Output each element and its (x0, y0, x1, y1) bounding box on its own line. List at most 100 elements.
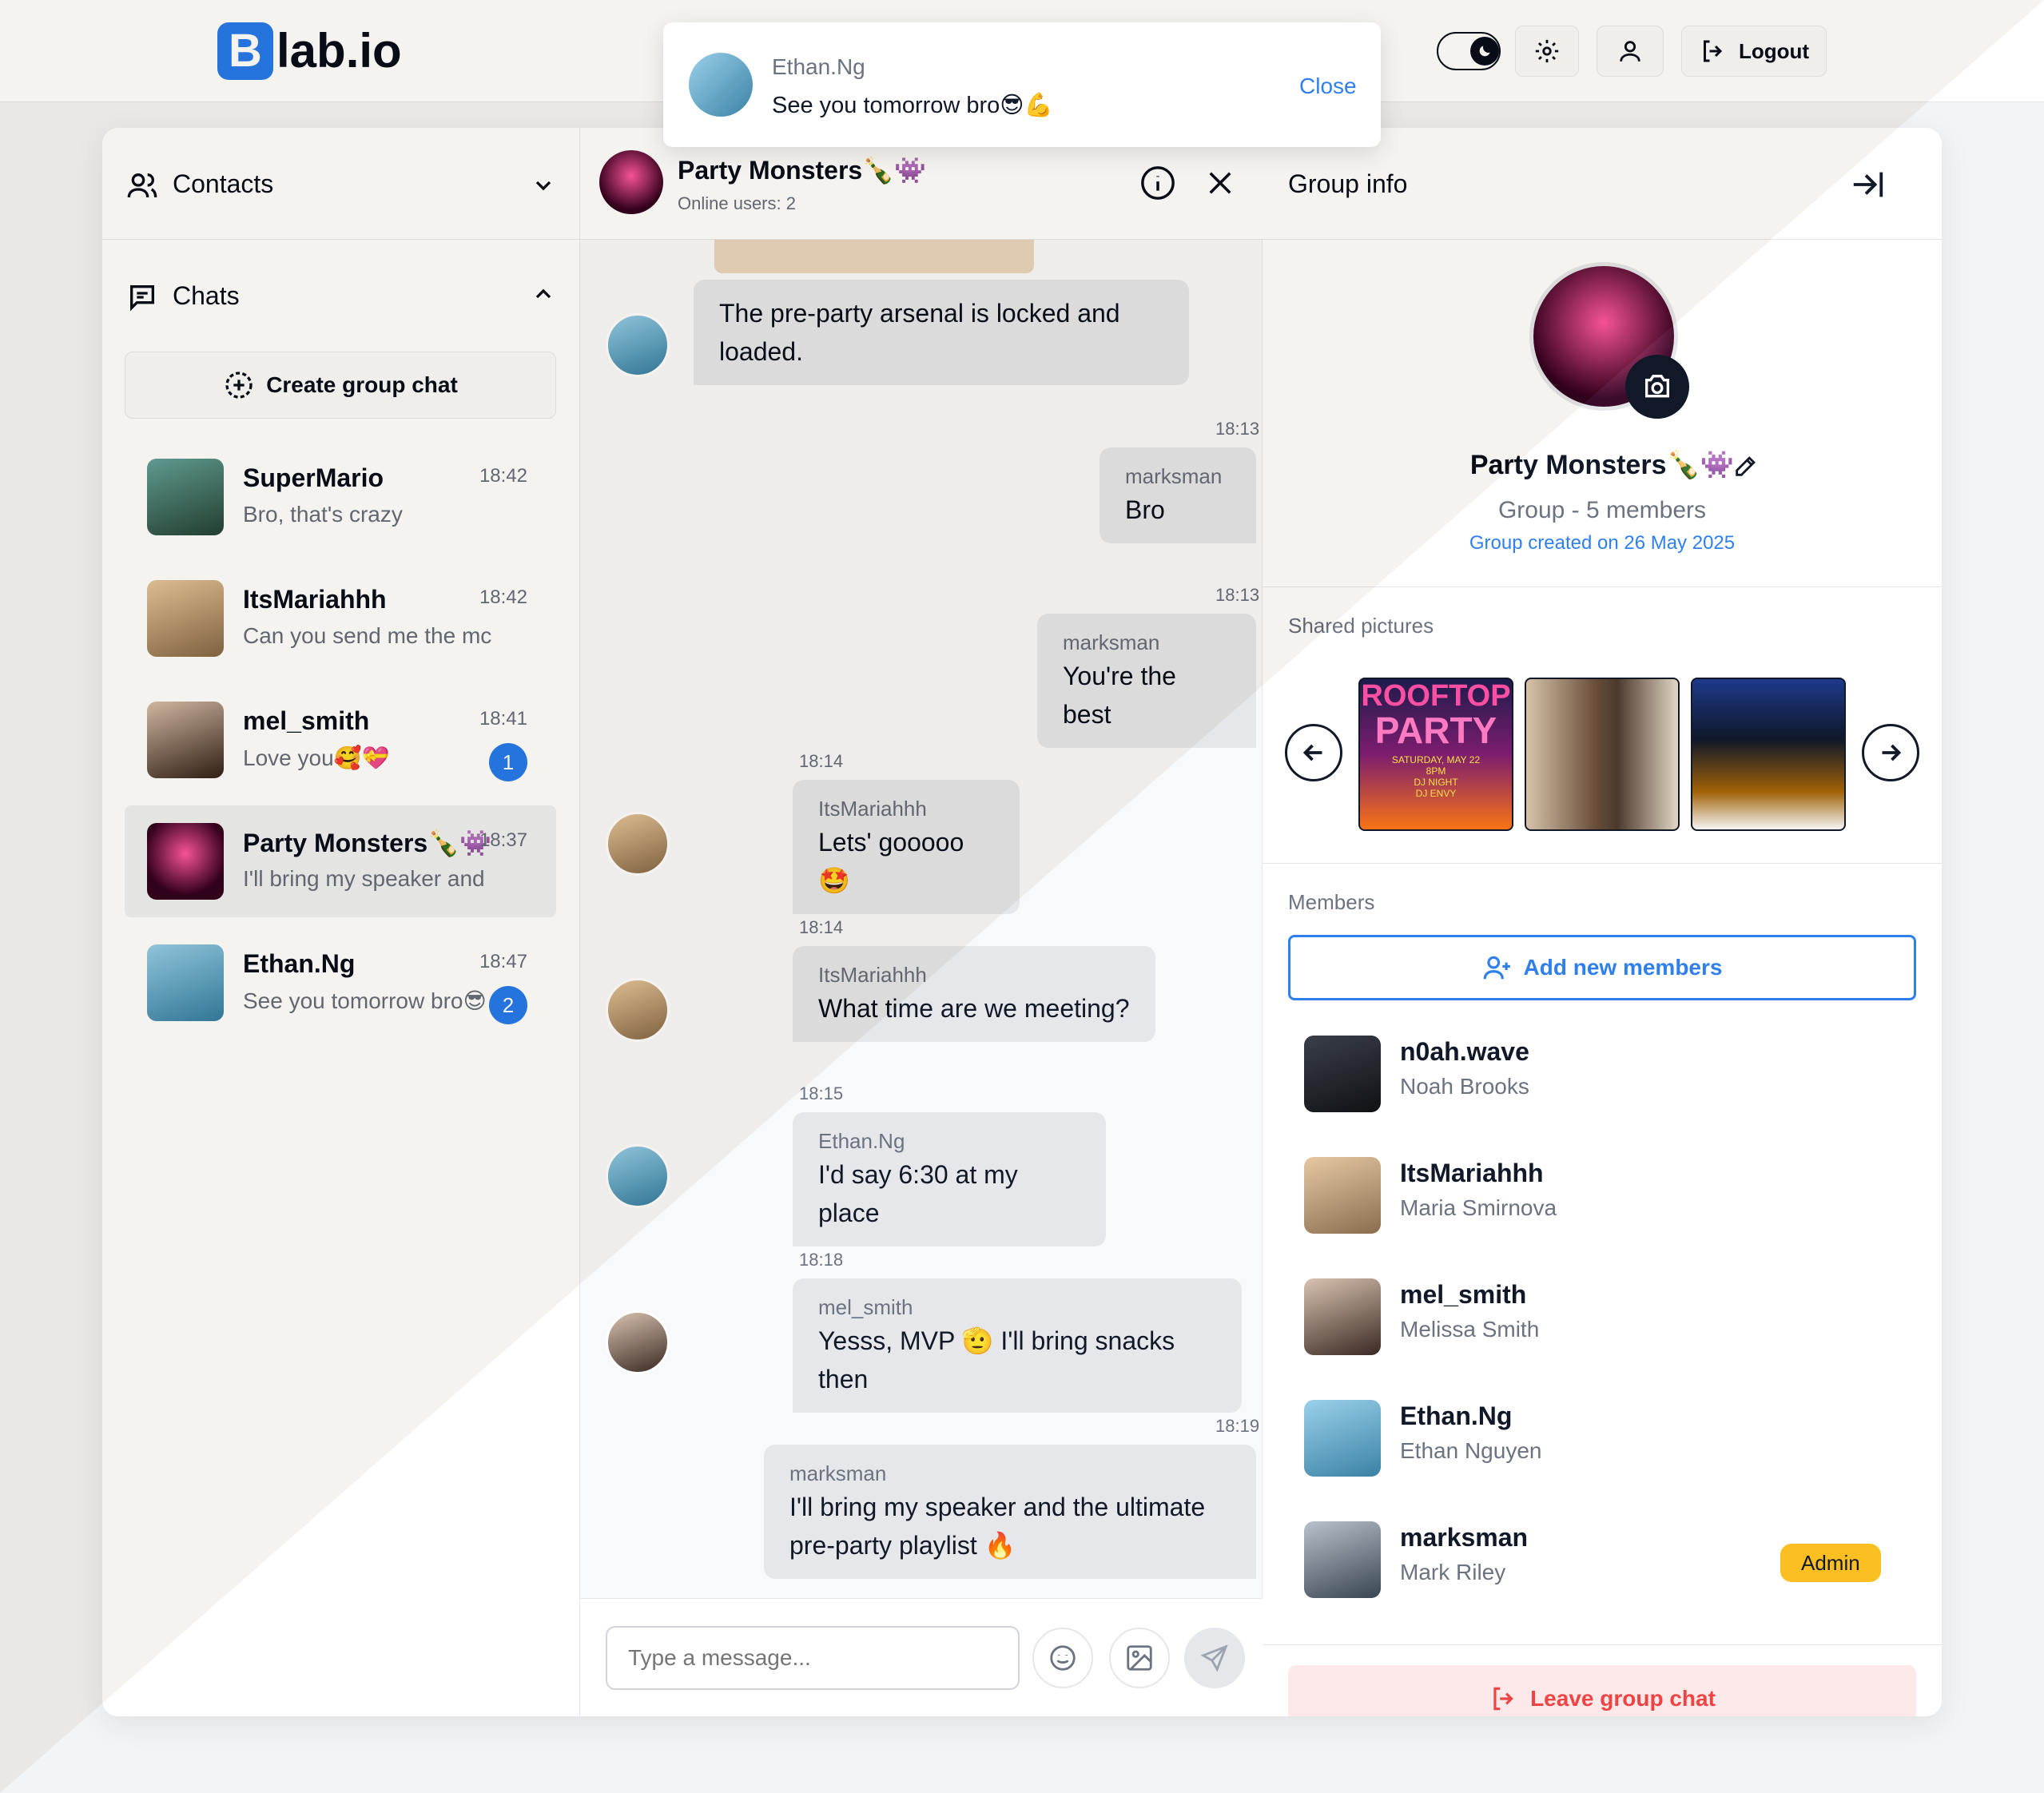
member-item[interactable]: mel_smith Melissa Smith (1304, 1266, 1911, 1362)
send-button[interactable] (1184, 1628, 1245, 1688)
camera-icon (1645, 375, 1669, 398)
message-input[interactable] (606, 1626, 1020, 1690)
chat-time: 18:37 (479, 829, 527, 851)
info-icon[interactable] (1139, 165, 1176, 201)
member-name: Maria Smirnova (1400, 1195, 1557, 1220)
chat-name: Ethan.Ng (243, 949, 356, 978)
member-item[interactable]: marksman Mark Riley Admin (1304, 1509, 1911, 1604)
change-photo-button[interactable] (1625, 355, 1689, 419)
arrow-right-icon (1882, 744, 1902, 761)
chat-list-item[interactable]: SuperMario 18:42 Bro, that's crazy (125, 441, 556, 553)
group-info-panel: Group info Party Monsters🍾👾 Group - 5 me… (1263, 128, 1942, 1716)
chat-list-item-active[interactable]: Party Monsters🍾👾 18:37 I'll bring my spe… (125, 805, 556, 917)
close-icon[interactable] (1203, 166, 1237, 200)
members-label: Members (1288, 890, 1375, 914)
chat-preview: Can you send me the mc (243, 623, 492, 648)
notification-sender: Ethan.Ng (772, 54, 865, 79)
app-panel: Contacts Chats Create group chat SuperMa… (102, 128, 1942, 1716)
create-group-button[interactable]: Create group chat (125, 352, 556, 419)
message-bubble: Ethan.Ng I'd say 6:30 at my place (793, 1112, 1106, 1246)
chat-list-item[interactable]: Ethan.Ng 18:47 See you tomorrow bro😎 2 (125, 927, 556, 1039)
avatar (689, 53, 753, 117)
chat-time: 18:42 (479, 465, 527, 487)
shared-image[interactable] (714, 240, 1034, 273)
profile-button[interactable] (1597, 26, 1664, 77)
leave-group-button[interactable]: Leave group chat (1288, 1665, 1916, 1716)
member-handle: ItsMariahhh (1400, 1159, 1544, 1187)
chat-list-item[interactable]: ItsMariahhh 18:42 Can you send me the mc (125, 563, 556, 674)
chat-title: Party Monsters🍾👾 (678, 156, 926, 185)
member-item[interactable]: Ethan.Ng Ethan Nguyen (1304, 1387, 1911, 1483)
member-handle: mel_smith (1400, 1280, 1527, 1309)
message-sender: ItsMariahhh (818, 963, 927, 987)
message-time: 18:18 (799, 1250, 844, 1270)
divider (1263, 586, 1942, 587)
avatar (1304, 1521, 1381, 1598)
message-text: You're the best (1063, 662, 1176, 729)
message-sender: mel_smith (818, 1295, 913, 1319)
send-icon (1200, 1644, 1228, 1672)
message-bubble: ItsMariahhh What time are we meeting? (793, 946, 1155, 1042)
create-group-label: Create group chat (266, 372, 458, 397)
group-meta: Group - 5 members (1497, 497, 1707, 523)
unread-badge: 2 (489, 986, 527, 1024)
contacts-label: Contacts (173, 169, 274, 198)
carousel-next-button[interactable] (1862, 724, 1919, 781)
avatar (606, 978, 670, 1042)
logo-icon: B (217, 22, 273, 80)
edit-icon[interactable] (1732, 452, 1760, 479)
message-time: 18:13 (1215, 419, 1260, 439)
image-upload-button[interactable] (1109, 1628, 1170, 1688)
carousel-prev-button[interactable] (1285, 724, 1342, 781)
member-item[interactable]: ItsMariahhh Maria Smirnova (1304, 1144, 1911, 1240)
add-members-label: Add new members (1523, 955, 1723, 980)
chat-time: 18:41 (479, 708, 527, 730)
chevron-up-icon[interactable] (531, 281, 556, 307)
member-handle: marksman (1400, 1523, 1529, 1552)
emoji-button[interactable] (1032, 1628, 1093, 1688)
poster-line: PARTY (1374, 710, 1497, 751)
collapse-panel-icon[interactable] (1849, 166, 1886, 203)
brand-name: lab.io (276, 24, 402, 78)
message-time: 18:13 (1215, 585, 1260, 605)
moon-icon (1470, 37, 1499, 66)
contacts-section[interactable]: Contacts (102, 128, 580, 240)
message-bubble: mel_smith Yesss, MVP 🫡 I'll bring snacks… (793, 1278, 1242, 1413)
smile-icon (1050, 1645, 1076, 1671)
arrow-left-icon (1302, 744, 1322, 761)
logout-button[interactable]: Logout (1681, 26, 1827, 77)
member-name: Noah Brooks (1400, 1074, 1529, 1099)
member-item[interactable]: n0ah.wave Noah Brooks (1304, 1023, 1911, 1119)
message-text: Bro (1125, 495, 1165, 524)
logout-icon (1493, 1687, 1513, 1711)
message-sender: marksman (1125, 464, 1223, 488)
chat-preview: Love you🥰💝 (243, 745, 390, 770)
group-name: Party Monsters🍾👾 (1469, 450, 1735, 480)
leave-group-label: Leave group chat (1530, 1686, 1716, 1711)
chat-time: 18:47 (479, 951, 527, 972)
chat-list-item[interactable]: mel_smith 18:41 Love you🥰💝 1 (125, 684, 556, 796)
theme-toggle[interactable] (1437, 32, 1501, 70)
user-plus-icon (1483, 956, 1510, 980)
message-sender: Ethan.Ng (818, 1129, 905, 1153)
close-button[interactable]: Close (1299, 74, 1357, 99)
member-handle: Ethan.Ng (1400, 1401, 1513, 1430)
message-text: I'd say 6:30 at my place (818, 1160, 1018, 1227)
shared-picture[interactable] (1691, 678, 1846, 831)
shared-pictures-label: Shared pictures (1288, 614, 1434, 638)
settings-button[interactable] (1515, 26, 1579, 77)
gear-icon (1535, 39, 1559, 63)
chevron-down-icon[interactable] (531, 173, 556, 198)
group-avatar (599, 150, 663, 214)
shared-picture[interactable] (1525, 678, 1680, 831)
chat-preview: I'll bring my speaker and (243, 866, 485, 891)
avatar (147, 823, 224, 900)
logout-icon (1703, 40, 1723, 62)
chats-section-header[interactable]: Chats (102, 240, 580, 352)
add-members-button[interactable]: Add new members (1288, 935, 1916, 1000)
group-created: Group created on 26 May 2025 (1469, 532, 1736, 554)
avatar (606, 313, 670, 377)
shared-picture-poster[interactable]: ROOFTOP PARTY SATURDAY, MAY 22 8PM DJ NI… (1358, 678, 1513, 831)
message-time: 18:15 (799, 1083, 844, 1103)
chat-name: ItsMariahhh (243, 585, 387, 614)
